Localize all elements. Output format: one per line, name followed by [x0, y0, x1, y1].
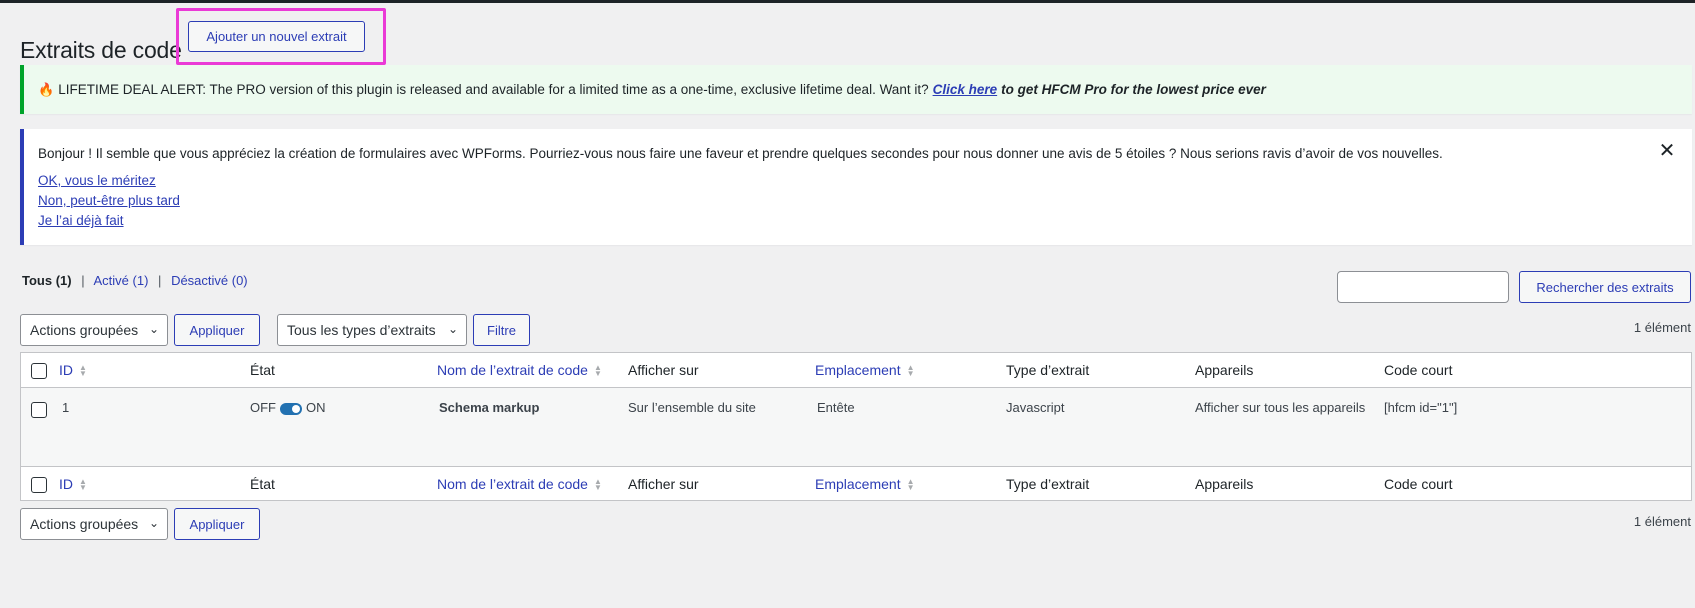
- column-display-on: Afficher sur: [628, 362, 699, 378]
- column-location[interactable]: Emplacement ▲ ▼: [815, 362, 915, 378]
- item-count-top: 1 élément: [1633, 320, 1691, 335]
- select-all-checkbox[interactable]: [31, 477, 47, 493]
- table-footer-row: ID ▲ ▼ État Nom de l’extrait de code ▲ ▼ Aff…: [21, 466, 1691, 501]
- deal-notice-tail: to get HFCM Pro for the lowest price eve…: [1001, 82, 1266, 97]
- snippet-type-value: Tous les types d’extraits: [287, 322, 436, 338]
- row-checkbox[interactable]: [31, 402, 47, 418]
- search-input[interactable]: [1337, 271, 1509, 303]
- view-separator: |: [81, 273, 85, 288]
- item-count-bottom: 1 élément: [1633, 514, 1691, 529]
- row-id: 1: [62, 400, 70, 415]
- snippet-type-select[interactable]: Tous les types d’extraits ⌄: [277, 314, 467, 346]
- column-name-label: Nom de l’extrait de code: [437, 476, 588, 492]
- column-id-label: ID: [59, 362, 73, 378]
- row-shortcode: [hfcm id="1"]: [1384, 400, 1458, 415]
- lifetime-deal-notice: 🔥 LIFETIME DEAL ALERT: The PRO version o…: [20, 65, 1692, 114]
- bulk-actions-select-bottom[interactable]: Actions groupées ⌄: [20, 508, 168, 540]
- sort-icon: ▲ ▼: [593, 363, 602, 379]
- review-link-deserve[interactable]: OK, vous le méritez: [38, 171, 1692, 191]
- column-location[interactable]: Emplacement ▲ ▼: [815, 476, 915, 492]
- view-inactive[interactable]: Désactivé (0): [171, 273, 248, 288]
- sort-icon: ▲ ▼: [906, 477, 915, 493]
- column-id-label: ID: [59, 476, 73, 492]
- bulk-actions-value: Actions groupées: [30, 516, 139, 532]
- sort-icon: ▲ ▼: [906, 363, 915, 379]
- sort-icon: ▲ ▼: [79, 363, 87, 379]
- sort-icon: ▲ ▼: [593, 477, 602, 493]
- row-state: OFF ON: [250, 400, 326, 415]
- row-type: Javascript: [1006, 400, 1065, 415]
- deal-notice-text: LIFETIME DEAL ALERT: The PRO version of …: [58, 82, 929, 97]
- select-all-checkbox[interactable]: [31, 363, 47, 379]
- review-link-later[interactable]: Non, peut-être plus tard: [38, 191, 1692, 211]
- column-name-label: Nom de l’extrait de code: [437, 362, 588, 378]
- table-header-row: ID ▲ ▼ État Nom de l’extrait de code ▲ ▼ Aff…: [21, 353, 1691, 388]
- view-separator: |: [158, 273, 162, 288]
- chevron-down-icon: ⌄: [447, 322, 458, 336]
- status-views: Tous (1) | Activé (1) | Désactivé (0): [22, 273, 248, 288]
- apply-button-bottom[interactable]: Appliquer: [174, 508, 260, 540]
- add-new-snippet-button[interactable]: Ajouter un nouvel extrait: [188, 21, 365, 52]
- column-shortcode: Code court: [1384, 476, 1453, 492]
- search-snippets-button[interactable]: Rechercher des extraits: [1519, 271, 1691, 303]
- row-location: Entête: [817, 400, 855, 415]
- review-request-notice: Bonjour ! Il semble que vous appréciez l…: [20, 129, 1692, 245]
- view-all[interactable]: Tous (1): [22, 273, 72, 288]
- status-toggle[interactable]: [280, 402, 302, 415]
- review-link-already[interactable]: Je l’ai déjà fait: [38, 211, 1692, 231]
- column-location-label: Emplacement: [815, 476, 901, 492]
- bulk-actions-select-top[interactable]: Actions groupées ⌄: [20, 314, 168, 346]
- column-id[interactable]: ID ▲ ▼: [59, 362, 87, 378]
- bulk-actions-value: Actions groupées: [30, 322, 139, 338]
- column-devices: Appareils: [1195, 476, 1254, 492]
- chevron-down-icon: ⌄: [148, 516, 159, 530]
- sort-icon: ▲ ▼: [79, 477, 87, 493]
- view-active[interactable]: Activé (1): [94, 273, 149, 288]
- column-type: Type d’extrait: [1006, 476, 1090, 492]
- column-state: État: [250, 476, 275, 492]
- table-row: 1 OFF ON Schema markup Sur l’ensemble du …: [21, 388, 1691, 466]
- snippets-table: ID ▲ ▼ État Nom de l’extrait de code ▲ ▼ Aff…: [20, 352, 1692, 501]
- deal-click-here-link[interactable]: Click here: [933, 82, 998, 97]
- column-location-label: Emplacement: [815, 362, 901, 378]
- column-devices: Appareils: [1195, 362, 1254, 378]
- column-id[interactable]: ID ▲ ▼: [59, 476, 87, 492]
- row-display-on: Sur l’ensemble du site: [628, 400, 756, 415]
- column-name[interactable]: Nom de l’extrait de code ▲ ▼: [437, 476, 602, 492]
- apply-button-top[interactable]: Appliquer: [174, 314, 260, 346]
- column-type: Type d’extrait: [1006, 362, 1090, 378]
- row-name[interactable]: Schema markup: [439, 400, 539, 415]
- fire-icon: 🔥: [38, 81, 55, 97]
- column-state: État: [250, 362, 275, 378]
- column-shortcode: Code court: [1384, 362, 1453, 378]
- column-name[interactable]: Nom de l’extrait de code ▲ ▼: [437, 362, 602, 378]
- state-off-label: OFF: [250, 400, 276, 415]
- page-title: Extraits de code: [20, 37, 182, 64]
- column-display-on: Afficher sur: [628, 476, 699, 492]
- close-icon[interactable]: ✕: [1658, 141, 1676, 161]
- filter-button[interactable]: Filtre: [473, 314, 530, 346]
- review-notice-message: Bonjour ! Il semble que vous appréciez l…: [38, 146, 1443, 161]
- chevron-down-icon: ⌄: [148, 322, 159, 336]
- row-devices: Afficher sur tous les appareils: [1195, 400, 1366, 415]
- state-on-label: ON: [306, 400, 326, 415]
- admin-top-bar: [0, 0, 1695, 3]
